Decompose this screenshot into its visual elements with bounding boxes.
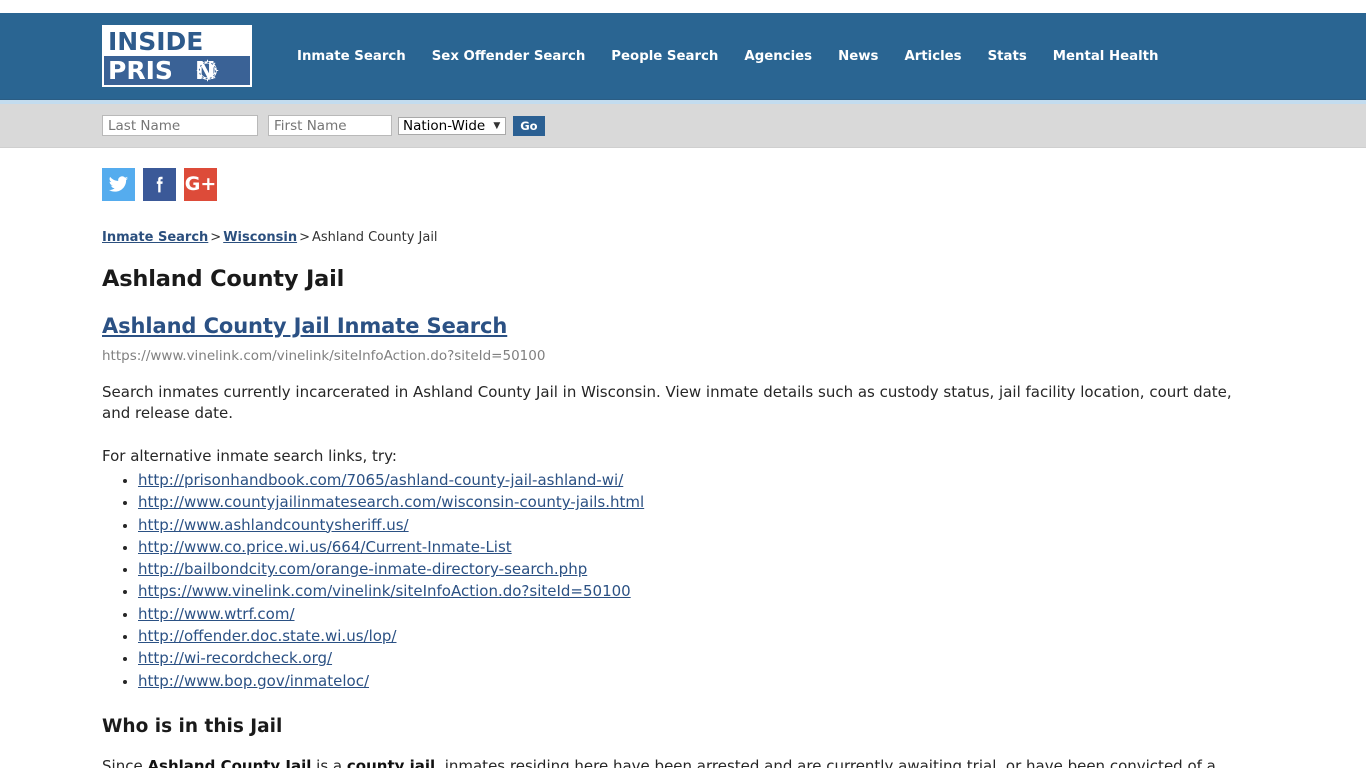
breadcrumb: Inmate Search > Wisconsin > Ashland County J… [102,230,1264,245]
primary-inmate-search-link[interactable]: Ashland County Jail Inmate Search [102,314,507,338]
list-item: http://www.countyjailinmatesearch.com/wi… [138,491,1264,513]
top-white-strip [0,0,1366,13]
section-title-who-is-in-this-jail: Who is in this Jail [102,715,283,737]
list-item: http://prisonhandbook.com/7065/ashland-c… [138,469,1264,491]
alt-link-7[interactable]: http://offender.doc.state.wi.us/lop/ [138,627,397,645]
last-name-input[interactable] [102,115,258,136]
page-title: Ashland County Jail [102,266,345,292]
alt-link-6[interactable]: http://www.wtrf.com/ [138,605,295,623]
region-select[interactable]: Nation-Wide [398,117,507,135]
alt-link-8[interactable]: http://wi-recordcheck.org/ [138,649,332,667]
logo-bottom-band: PRIS N [104,55,250,85]
alt-link-3[interactable]: http://www.co.price.wi.us/664/Current-In… [138,538,512,556]
who-is-in-this-jail-paragraph: Since Ashland County Jail is a county ja… [102,755,1264,768]
region-select-wrapper: Nation-Wide ▼ [398,115,507,136]
list-item: http://www.wtrf.com/ [138,603,1264,625]
twitter-share-button[interactable] [102,168,135,201]
nav-item-stats[interactable]: Stats [975,49,1040,64]
nav-item-mental-health[interactable]: Mental Health [1040,49,1172,64]
nav-item-news[interactable]: News [825,49,891,64]
nav-item-people-search[interactable]: People Search [598,49,731,64]
list-item: http://bailbondcity.com/orange-inmate-di… [138,558,1264,580]
breadcrumb-separator-2: > [299,230,310,245]
para-text-2: is a [311,756,347,768]
list-item: http://offender.doc.state.wi.us/lop/ [138,625,1264,647]
site-header: INSIDE PRIS N Inmate Search Sex Offender… [0,13,1366,100]
alternative-links-intro: For alternative inmate search links, try… [102,447,397,465]
logo-text-inside: INSIDE [108,27,204,56]
list-item: http://wi-recordcheck.org/ [138,647,1264,669]
alt-link-5[interactable]: https://www.vinelink.com/vinelink/siteIn… [138,582,631,600]
breadcrumb-link-wisconsin[interactable]: Wisconsin [223,230,297,245]
barbed-wire-ring-icon [196,59,219,81]
para-bold-county-jail: county jail [346,756,436,768]
list-item: http://www.co.price.wi.us/664/Current-In… [138,536,1264,558]
site-logo[interactable]: INSIDE PRIS N [102,25,252,87]
nav-item-inmate-search[interactable]: Inmate Search [284,49,419,64]
go-button[interactable]: Go [513,115,545,136]
breadcrumb-link-inmate-search[interactable]: Inmate Search [102,230,208,245]
primary-url-text: https://www.vinelink.com/vinelink/siteIn… [102,348,546,364]
logo-text-prison: PRIS [108,55,173,85]
breadcrumb-current: Ashland County Jail [311,230,438,245]
nav-item-articles[interactable]: Articles [891,49,974,64]
list-item: https://www.vinelink.com/vinelink/siteIn… [138,580,1264,602]
description-paragraph: Search inmates currently incarcerated in… [102,383,1232,422]
alt-link-4[interactable]: http://bailbondcity.com/orange-inmate-di… [138,560,587,578]
para-bold-jail-name: Ashland County Jail [147,756,312,768]
first-name-input[interactable] [268,115,392,136]
nav-item-sex-offender-search[interactable]: Sex Offender Search [419,49,599,64]
googleplus-icon: G+ [184,173,217,195]
logo-top-band: INSIDE [104,27,250,56]
alt-link-0[interactable]: http://prisonhandbook.com/7065/ashland-c… [138,471,623,489]
alt-link-9[interactable]: http://www.bop.gov/inmateloc/ [138,672,369,690]
social-share-row: G+ [102,148,1264,201]
alt-link-2[interactable]: http://www.ashlandcountysheriff.us/ [138,516,409,534]
twitter-icon [108,176,129,192]
para-text-1: Since [102,756,148,768]
alternative-links-list: http://prisonhandbook.com/7065/ashland-c… [102,469,1264,692]
nav-item-agencies[interactable]: Agencies [731,49,825,64]
main-navigation: Inmate Search Sex Offender Search People… [284,49,1172,64]
quick-search-bar: Nation-Wide ▼ Go [0,104,1366,148]
facebook-share-button[interactable] [143,168,176,201]
list-item: http://www.bop.gov/inmateloc/ [138,670,1264,692]
page-content: G+ Inmate Search > Wisconsin > Ashland Count… [0,148,1366,768]
facebook-icon [156,176,163,193]
breadcrumb-separator-1: > [210,230,222,245]
googleplus-share-button[interactable]: G+ [184,168,217,201]
list-item: http://www.ashlandcountysheriff.us/ [138,514,1264,536]
alt-link-1[interactable]: http://www.countyjailinmatesearch.com/wi… [138,493,644,511]
